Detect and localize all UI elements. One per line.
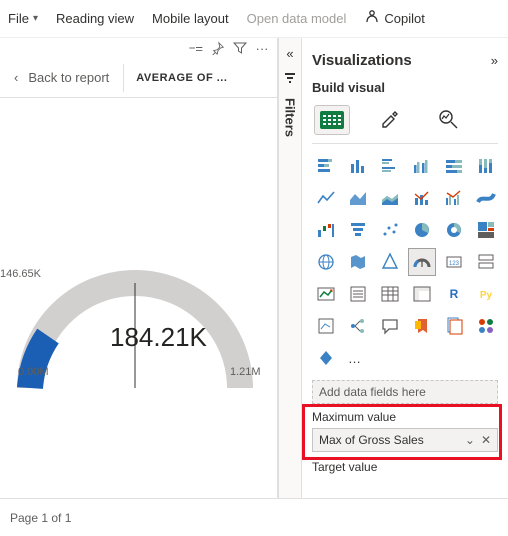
area-chart-icon[interactable] [344,184,372,212]
menu-copilot-label: Copilot [384,11,424,26]
map-icon[interactable] [312,248,340,276]
hundred-stacked-bar-icon[interactable] [440,152,468,180]
filter-icon[interactable] [233,41,247,55]
max-field-name: Max of Gross Sales [319,433,424,447]
back-to-report-label: Back to report [28,70,109,85]
menu-mobile-layout-label: Mobile layout [152,11,229,26]
gauge-min-label: 0.00M [18,366,49,378]
filter-funnel-icon [283,71,297,88]
chevron-down-icon[interactable]: ⌄ [465,433,475,447]
matrix-icon[interactable] [408,280,436,308]
menu-open-data-model-label: Open data model [247,11,347,26]
top-menubar: File ▾ Reading view Mobile layout Open d… [0,0,508,38]
decomposition-tree-icon[interactable] [344,312,372,340]
more-options-icon[interactable]: ··· [255,41,269,55]
slicer-icon[interactable] [344,280,372,308]
card-icon[interactable]: 123 [440,248,468,276]
visualizations-pane: Visualizations » Build visual [302,38,508,498]
clustered-column-icon[interactable] [408,152,436,180]
menu-reading-view-label: Reading view [56,11,134,26]
line-clustered-column-icon[interactable] [440,184,468,212]
menu-reading-view[interactable]: Reading view [56,11,134,26]
gauge-max-label: 1.21M [230,366,261,378]
gauge-value: 184.21K [110,322,207,353]
visualizations-title: Visualizations [312,52,412,69]
power-apps-icon[interactable] [312,344,340,372]
menu-file-label: File [8,11,29,26]
drill-mode-icon[interactable]: = [189,41,203,55]
breadcrumb-row: ‹ Back to report AVERAGE OF ... [0,58,277,98]
app-source-icon[interactable] [472,312,500,340]
add-fields-placeholder: Add data fields here [319,385,426,399]
menu-open-data-model: Open data model [247,11,347,26]
menu-mobile-layout[interactable]: Mobile layout [152,11,229,26]
copilot-icon [364,9,380,28]
status-bar: Page 1 of 1 [0,498,508,536]
back-to-report-button[interactable]: ‹ Back to report [0,70,123,85]
chevron-left-icon: ‹ [14,70,18,85]
clustered-bar-icon[interactable] [376,152,404,180]
filters-pane-collapsed[interactable]: « Filters [278,38,302,498]
svg-text:R: R [450,287,459,301]
value-field-well[interactable]: Add data fields here [312,380,498,404]
more-visuals-button[interactable]: … [348,351,361,366]
gauge-visual[interactable]: 146.65K 184.21K 0.00M 1.21M [0,98,277,498]
smart-narrative-icon[interactable] [408,312,436,340]
menu-file[interactable]: File ▾ [8,11,38,26]
build-visual-label: Build visual [312,80,498,95]
maximum-value-label: Maximum value [312,410,498,424]
filled-map-icon[interactable] [344,248,372,276]
menu-copilot[interactable]: Copilot [364,9,424,28]
filters-label: Filters [283,98,298,137]
format-visual-tab[interactable] [372,105,408,135]
maximum-value-field-well[interactable]: Max of Gross Sales ⌄ ✕ [312,428,498,452]
page-indicator: Page 1 of 1 [10,511,71,525]
qna-icon[interactable] [376,312,404,340]
r-visual-icon[interactable]: R [440,280,468,308]
key-influencers-icon[interactable] [312,312,340,340]
table-icon[interactable] [376,280,404,308]
divider [312,143,498,144]
visual-title: AVERAGE OF ... [124,72,239,84]
build-visual-tab[interactable] [314,105,350,135]
analytics-tab[interactable] [430,105,466,135]
gauge-chart [0,228,270,408]
stacked-bar-icon[interactable] [312,152,340,180]
pie-icon[interactable] [408,216,436,244]
visual-header-toolbar: = ··· [0,38,277,58]
azure-map-icon[interactable] [376,248,404,276]
main-area: = ··· ‹ Back to report AVERAGE OF ... 14… [0,38,508,498]
remove-field-icon[interactable]: ✕ [481,433,491,447]
kpi-icon[interactable] [312,280,340,308]
stacked-column-icon[interactable] [344,152,372,180]
visualization-type-grid: 123 R Py [312,152,498,340]
py-visual-icon[interactable]: Py [472,280,500,308]
svg-text:Py: Py [480,290,493,301]
funnel-icon[interactable] [344,216,372,244]
hundred-stacked-column-icon[interactable] [472,152,500,180]
svg-text:123: 123 [449,261,460,267]
line-stacked-column-icon[interactable] [408,184,436,212]
waterfall-icon[interactable] [312,216,340,244]
ribbon-chart-icon[interactable] [472,184,500,212]
pin-icon[interactable] [211,41,225,55]
mode-tabs [314,105,498,135]
donut-icon[interactable] [440,216,468,244]
field-wells: Add data fields here Maximum value Max o… [312,380,498,478]
report-canvas: = ··· ‹ Back to report AVERAGE OF ... 14… [0,38,278,498]
stacked-area-icon[interactable] [376,184,404,212]
gauge-icon[interactable] [408,248,436,276]
scatter-icon[interactable] [376,216,404,244]
collapse-left-icon: « [286,46,293,61]
line-chart-icon[interactable] [312,184,340,212]
target-value-label: Target value [312,460,498,474]
multi-row-card-icon[interactable] [472,248,500,276]
paginated-report-icon[interactable] [440,312,468,340]
collapse-right-icon[interactable]: » [491,53,498,68]
treemap-icon[interactable] [472,216,500,244]
chevron-down-icon: ▾ [33,13,38,24]
